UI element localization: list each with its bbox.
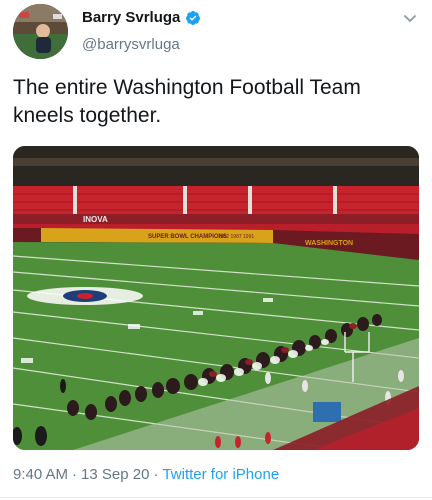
verified-badge-icon (186, 10, 201, 25)
tweet-time[interactable]: 9:40 AM (13, 466, 68, 483)
avatar[interactable] (13, 4, 68, 59)
banner-text: SUPER BOWL CHAMPIONS (148, 234, 227, 240)
tweet-source-link[interactable]: Twitter for iPhone (162, 466, 279, 483)
handle[interactable]: @barrysvrluga (82, 36, 180, 53)
tweet-header: Barry Svrluga @barrysvrluga (0, 0, 432, 60)
nfl-field-logo (27, 287, 143, 305)
meta-separator: · (72, 466, 78, 483)
tweet-photo[interactable]: INOVA SUPER BOWL CHAMPIONS 1982 1987 199… (13, 146, 419, 450)
tweet-date[interactable]: 13 Sep 20 (81, 466, 149, 483)
stadium-photo: INOVA SUPER BOWL CHAMPIONS 1982 1987 199… (13, 146, 419, 450)
name-row: Barry Svrluga (82, 9, 201, 26)
tweet-text: The entire Washington Football Team knee… (13, 76, 361, 127)
sideline-text: WASHINGTON (305, 240, 353, 247)
banner-years: 1982 1987 1991 (218, 234, 254, 240)
avatar-image (13, 4, 68, 59)
stands-sponsor-text: INOVA (83, 215, 108, 224)
divider (0, 497, 432, 498)
sideline-tent (313, 402, 341, 422)
tweet-meta: 9:40 AM · 13 Sep 20 · Twitter for iPhone (13, 466, 279, 483)
display-name[interactable]: Barry Svrluga (82, 9, 180, 26)
meta-separator-2: · (153, 466, 159, 483)
chevron-down-icon[interactable] (402, 10, 418, 26)
stands-ring (13, 214, 419, 224)
